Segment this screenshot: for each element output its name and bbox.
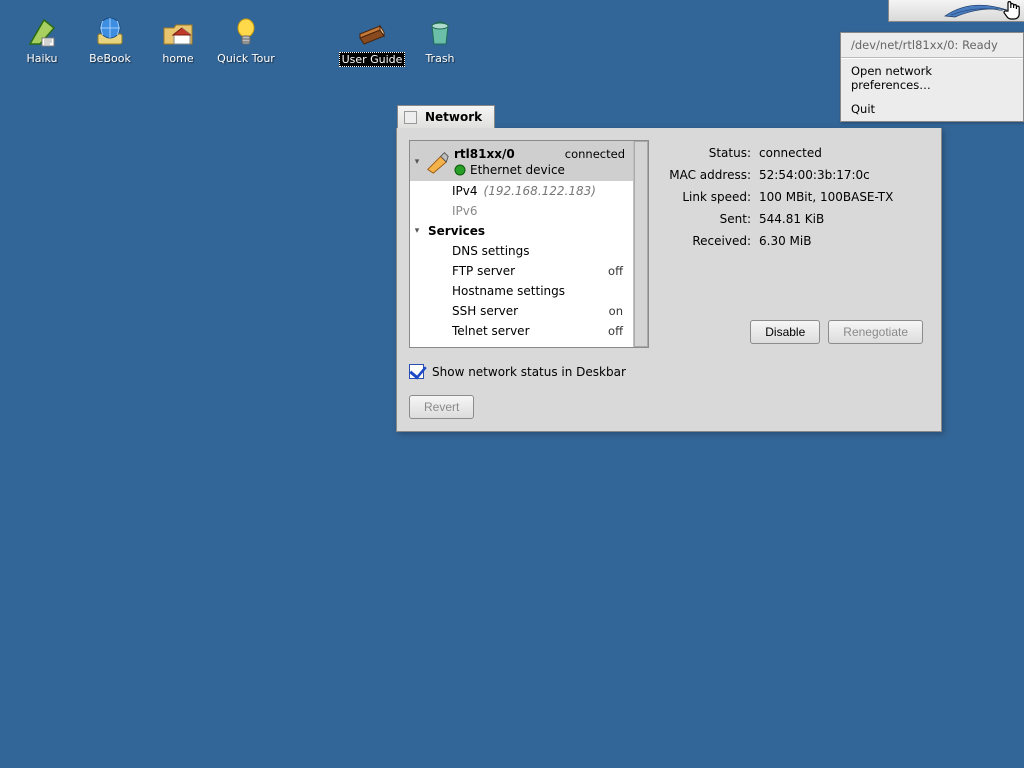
desktop-icon-bebook[interactable]: BeBook bbox=[82, 14, 138, 67]
tree-item-telnet[interactable]: Telnet server off bbox=[410, 321, 633, 341]
network-window: Network ▾ rtl81xx/0 bbox=[396, 128, 942, 432]
desktop-icon-row: Haiku BeBook home Quick Tour User Guide … bbox=[14, 14, 468, 67]
interfaces-list: ▾ rtl81xx/0 connected bbox=[409, 140, 649, 348]
show-status-label: Show network status in Deskbar bbox=[432, 365, 626, 379]
lightbulb-icon bbox=[228, 14, 264, 50]
status-dot-icon bbox=[454, 164, 466, 176]
tree-item-ipv6[interactable]: IPv6 bbox=[410, 201, 633, 221]
show-status-checkbox-row[interactable]: Show network status in Deskbar bbox=[409, 364, 929, 379]
interface-details: Status: connected MAC address: 52:54:00:… bbox=[655, 140, 929, 348]
tree-item-hostname[interactable]: Hostname settings bbox=[410, 281, 633, 301]
tree-item-ipv4[interactable]: IPv4 (192.168.122.183) bbox=[410, 181, 633, 201]
icon-label: Haiku bbox=[24, 52, 59, 65]
window-tab[interactable]: Network bbox=[397, 105, 495, 128]
tree-item-dns[interactable]: DNS settings bbox=[410, 241, 633, 261]
icon-label: User Guide bbox=[339, 52, 406, 67]
tree-item-ftp[interactable]: FTP server off bbox=[410, 261, 633, 281]
renegotiate-button[interactable]: Renegotiate bbox=[828, 320, 923, 344]
detail-value-recv: 6.30 MiB bbox=[755, 230, 925, 252]
scrollbar-thumb[interactable] bbox=[634, 141, 648, 347]
expander[interactable]: ▾ bbox=[410, 157, 424, 167]
menu-open-network-prefs[interactable]: Open network preferences… bbox=[841, 59, 1023, 97]
disable-button[interactable]: Disable bbox=[750, 320, 820, 344]
interface-type: Ethernet device bbox=[470, 163, 565, 177]
show-status-checkbox[interactable] bbox=[409, 364, 424, 379]
detail-value-sent: 544.81 KiB bbox=[755, 208, 925, 230]
detail-label-mac: MAC address: bbox=[665, 164, 755, 186]
deskbar[interactable] bbox=[888, 0, 1024, 22]
desktop-icon-trash[interactable]: Trash bbox=[412, 14, 468, 67]
trash-icon bbox=[422, 14, 458, 50]
icon-label: BeBook bbox=[87, 52, 133, 65]
interface-name: rtl81xx/0 bbox=[454, 147, 515, 161]
detail-label-status: Status: bbox=[665, 142, 755, 164]
icon-label: home bbox=[160, 52, 195, 65]
window-title: Network bbox=[425, 110, 482, 124]
icon-label: Quick Tour bbox=[215, 52, 277, 65]
desktop-icon-user-guide[interactable]: User Guide bbox=[344, 14, 400, 67]
detail-value-mac: 52:54:00:3b:17:0c bbox=[755, 164, 925, 186]
icon-label: Trash bbox=[423, 52, 456, 65]
folder-home-icon bbox=[160, 14, 196, 50]
interface-status-chip: connected bbox=[565, 147, 629, 161]
detail-label-sent: Sent: bbox=[665, 208, 755, 230]
scrollbar[interactable] bbox=[633, 141, 648, 347]
globe-book-icon bbox=[92, 14, 128, 50]
network-status-menu: /dev/net/rtl81xx/0: Ready Open network p… bbox=[840, 32, 1024, 122]
tree-item-ssh[interactable]: SSH server on bbox=[410, 301, 633, 321]
interface-row-rtl81xx[interactable]: ▾ rtl81xx/0 connected bbox=[410, 141, 633, 181]
detail-value-status: connected bbox=[755, 142, 925, 164]
haiku-leaf-icon bbox=[24, 14, 60, 50]
revert-button[interactable]: Revert bbox=[409, 395, 474, 419]
tree-item-services[interactable]: ▾ Services bbox=[410, 221, 633, 241]
close-button[interactable] bbox=[404, 111, 417, 124]
detail-label-link: Link speed: bbox=[665, 186, 755, 208]
menu-quit[interactable]: Quit bbox=[841, 97, 1023, 121]
deskbar-leaf-icon bbox=[941, 2, 1021, 20]
menu-status-header: /dev/net/rtl81xx/0: Ready bbox=[841, 33, 1023, 57]
book-icon bbox=[354, 14, 390, 50]
desktop-icon-quick-tour[interactable]: Quick Tour bbox=[218, 14, 274, 67]
desktop-icon-home[interactable]: home bbox=[150, 14, 206, 67]
detail-value-link: 100 MBit, 100BASE-TX bbox=[755, 186, 925, 208]
ipv4-address: (192.168.122.183) bbox=[484, 184, 596, 198]
ethernet-device-icon bbox=[424, 149, 450, 175]
desktop-icon-haiku[interactable]: Haiku bbox=[14, 14, 70, 67]
detail-label-recv: Received: bbox=[665, 230, 755, 252]
expander[interactable]: ▾ bbox=[410, 226, 424, 236]
